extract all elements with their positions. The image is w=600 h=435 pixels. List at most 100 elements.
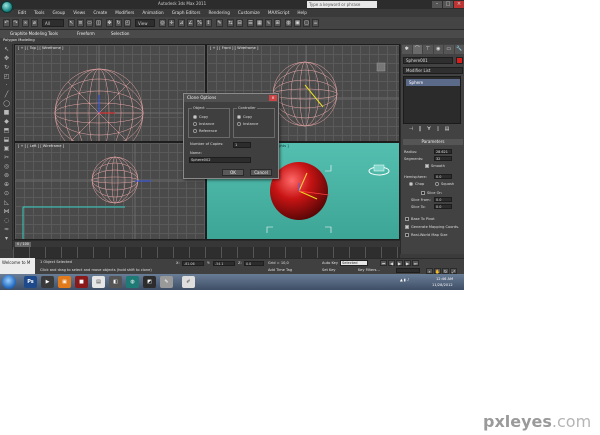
ribbon-polygon-modeling[interactable]: Polygon Modeling <box>3 38 35 42</box>
schematic-view-icon[interactable]: ⊞ <box>274 19 281 27</box>
menu-views[interactable]: Views <box>69 9 89 17</box>
menu-tools[interactable]: Tools <box>30 9 48 17</box>
percent-snap-icon[interactable]: % <box>196 19 203 27</box>
strip-bevel-icon[interactable]: ⬓ <box>2 136 11 144</box>
angle-snap-icon[interactable]: ∠ <box>187 19 194 27</box>
real-world-checkbox[interactable]: Real-World Map Size <box>405 232 447 238</box>
cancel-button[interactable]: Cancel <box>250 169 272 176</box>
controller-instance-radio[interactable]: Instance <box>237 122 258 126</box>
pin-stack-icon[interactable]: ⊣ <box>408 126 414 132</box>
app-icon-1[interactable]: ■ <box>75 276 88 288</box>
ref-coord-select[interactable]: View <box>135 19 155 27</box>
move-icon[interactable]: ✥ <box>106 19 113 27</box>
3dsmax-taskbar-icon[interactable]: ◍ <box>126 276 139 288</box>
clock-time[interactable]: 12:46 AM <box>436 277 453 281</box>
strip-rotate-icon[interactable]: ↻ <box>2 64 11 72</box>
strip-connect-icon[interactable]: ⋈ <box>2 208 11 216</box>
time-slider-track[interactable]: 0 / 100 <box>13 240 400 247</box>
strip-edge-icon[interactable]: ╱ <box>2 91 11 99</box>
menu-graph-editors[interactable]: Graph Editors <box>168 9 205 17</box>
strip-poly-icon[interactable]: ■ <box>2 109 11 117</box>
add-time-tag[interactable]: Add Time Tag <box>268 268 292 272</box>
menu-group[interactable]: Group <box>48 9 69 17</box>
app-icon-2[interactable]: ◧ <box>109 276 122 288</box>
menu-customize[interactable]: Customize <box>234 9 264 17</box>
key-mode-select[interactable]: Selected <box>340 260 368 266</box>
go-to-end-icon[interactable]: ⏭ <box>412 260 419 266</box>
strip-cut-icon[interactable]: ✂ <box>2 154 11 162</box>
strip-border-icon[interactable]: ◯ <box>2 100 11 108</box>
app-logo-icon[interactable] <box>1 1 13 13</box>
strip-extrude-icon[interactable]: ⬒ <box>2 127 11 135</box>
motion-tab-icon[interactable]: ◉ <box>433 45 443 54</box>
selection-filter-select[interactable]: All <box>42 19 64 27</box>
slice-on-checkbox[interactable]: Slice On <box>421 190 442 196</box>
tray-icons[interactable]: ▲ ▮ ♪ <box>400 278 409 282</box>
select-object-icon[interactable]: ↖ <box>68 19 75 27</box>
controller-copy-radio[interactable]: Copy <box>237 115 252 119</box>
named-selection-icon[interactable]: ✎ <box>216 19 223 27</box>
strip-scale-icon[interactable]: ◰ <box>2 73 11 81</box>
window-crossing-icon[interactable]: ◫ <box>95 19 102 27</box>
document-icon[interactable]: ▤ <box>92 276 105 288</box>
photoshop-icon[interactable]: Ps <box>24 276 37 288</box>
trackbar[interactable] <box>13 247 400 258</box>
snaps-toggle-icon[interactable]: ⊿ <box>178 19 185 27</box>
modify-tab-icon[interactable]: ⌒ <box>412 45 422 54</box>
clock-date[interactable]: 11/28/2012 <box>432 283 453 287</box>
copy-radio[interactable]: Copy <box>193 115 208 119</box>
smooth-checkbox[interactable]: Smooth <box>425 163 445 169</box>
remove-modifier-icon[interactable]: ▯ <box>435 126 441 132</box>
spinner-snap-icon[interactable]: ⇕ <box>205 19 212 27</box>
strip-loop-icon[interactable]: ◎ <box>2 163 11 171</box>
modifier-list-select[interactable]: Modifier List <box>403 67 463 74</box>
menu-help[interactable]: Help <box>293 9 311 17</box>
auto-key-label[interactable]: Auto Key <box>322 261 338 265</box>
segments-input[interactable]: 32 <box>434 156 452 161</box>
strip-inset-icon[interactable]: ▣ <box>2 145 11 153</box>
squash-radio[interactable]: Squash <box>435 181 454 187</box>
strip-element-icon[interactable]: ◆ <box>2 118 11 126</box>
render-production-icon[interactable]: ☕ <box>312 19 319 27</box>
num-copies-input[interactable]: 1 <box>233 142 251 148</box>
slice-from-input[interactable]: 0,0 <box>434 197 452 202</box>
strip-vertex-icon[interactable]: · <box>2 82 11 90</box>
key-filters-button[interactable]: Key Filters... <box>358 268 380 272</box>
ribbon-tab-graphite[interactable]: Graphite Modeling Tools <box>10 31 58 36</box>
pivot-icon[interactable]: ◎ <box>159 19 166 27</box>
strip-ring-icon[interactable]: ⊚ <box>2 172 11 180</box>
app-icon-4[interactable]: ✎ <box>160 276 173 288</box>
base-to-pivot-checkbox[interactable]: Base To Pivot <box>405 216 435 222</box>
redo-icon[interactable]: ↷ <box>12 19 19 27</box>
curve-editor-icon[interactable]: ∿ <box>265 19 272 27</box>
strip-relax-icon[interactable]: ≈ <box>2 226 11 234</box>
hierarchy-tab-icon[interactable]: ⊤ <box>423 45 433 54</box>
close-button[interactable]: × <box>454 1 464 8</box>
menu-edit[interactable]: Edit <box>14 9 30 17</box>
unlink-icon[interactable]: ⌀ <box>31 19 38 27</box>
app-icon-3[interactable]: ◩ <box>143 276 156 288</box>
radius-input[interactable]: 28,621 <box>434 149 452 154</box>
search-input[interactable]: Type a keyword or phrase <box>307 1 377 8</box>
go-to-start-icon[interactable]: ⏮ <box>380 260 387 266</box>
display-tab-icon[interactable]: ▭ <box>444 45 454 54</box>
menu-rendering[interactable]: Rendering <box>204 9 233 17</box>
strip-smooth-icon[interactable]: ◌ <box>2 217 11 225</box>
region-select-icon[interactable]: ▭ <box>86 19 93 27</box>
scale-icon[interactable]: ◰ <box>124 19 131 27</box>
y-coord-input[interactable]: -54,1 <box>213 261 235 266</box>
select-manipulate-icon[interactable]: ✛ <box>168 19 175 27</box>
menu-maxscript[interactable]: MAXScript <box>264 9 294 17</box>
folder-icon[interactable]: ▣ <box>58 276 71 288</box>
reference-radio[interactable]: Reference <box>193 129 217 133</box>
material-editor-icon[interactable]: ◍ <box>285 19 292 27</box>
utilities-tab-icon[interactable]: 🔧 <box>454 45 464 54</box>
x-coord-input[interactable]: -81,06 <box>182 261 204 266</box>
graphite-toggle-icon[interactable]: ▦ <box>256 19 263 27</box>
z-coord-input[interactable]: 0,0 <box>244 261 264 266</box>
link-icon[interactable]: ∞ <box>22 19 29 27</box>
rendered-frame-icon[interactable]: ▢ <box>303 19 310 27</box>
instance-radio[interactable]: Instance <box>193 122 214 126</box>
play-icon[interactable]: ▶ <box>396 260 403 266</box>
strip-weld-icon[interactable]: ⊕ <box>2 181 11 189</box>
